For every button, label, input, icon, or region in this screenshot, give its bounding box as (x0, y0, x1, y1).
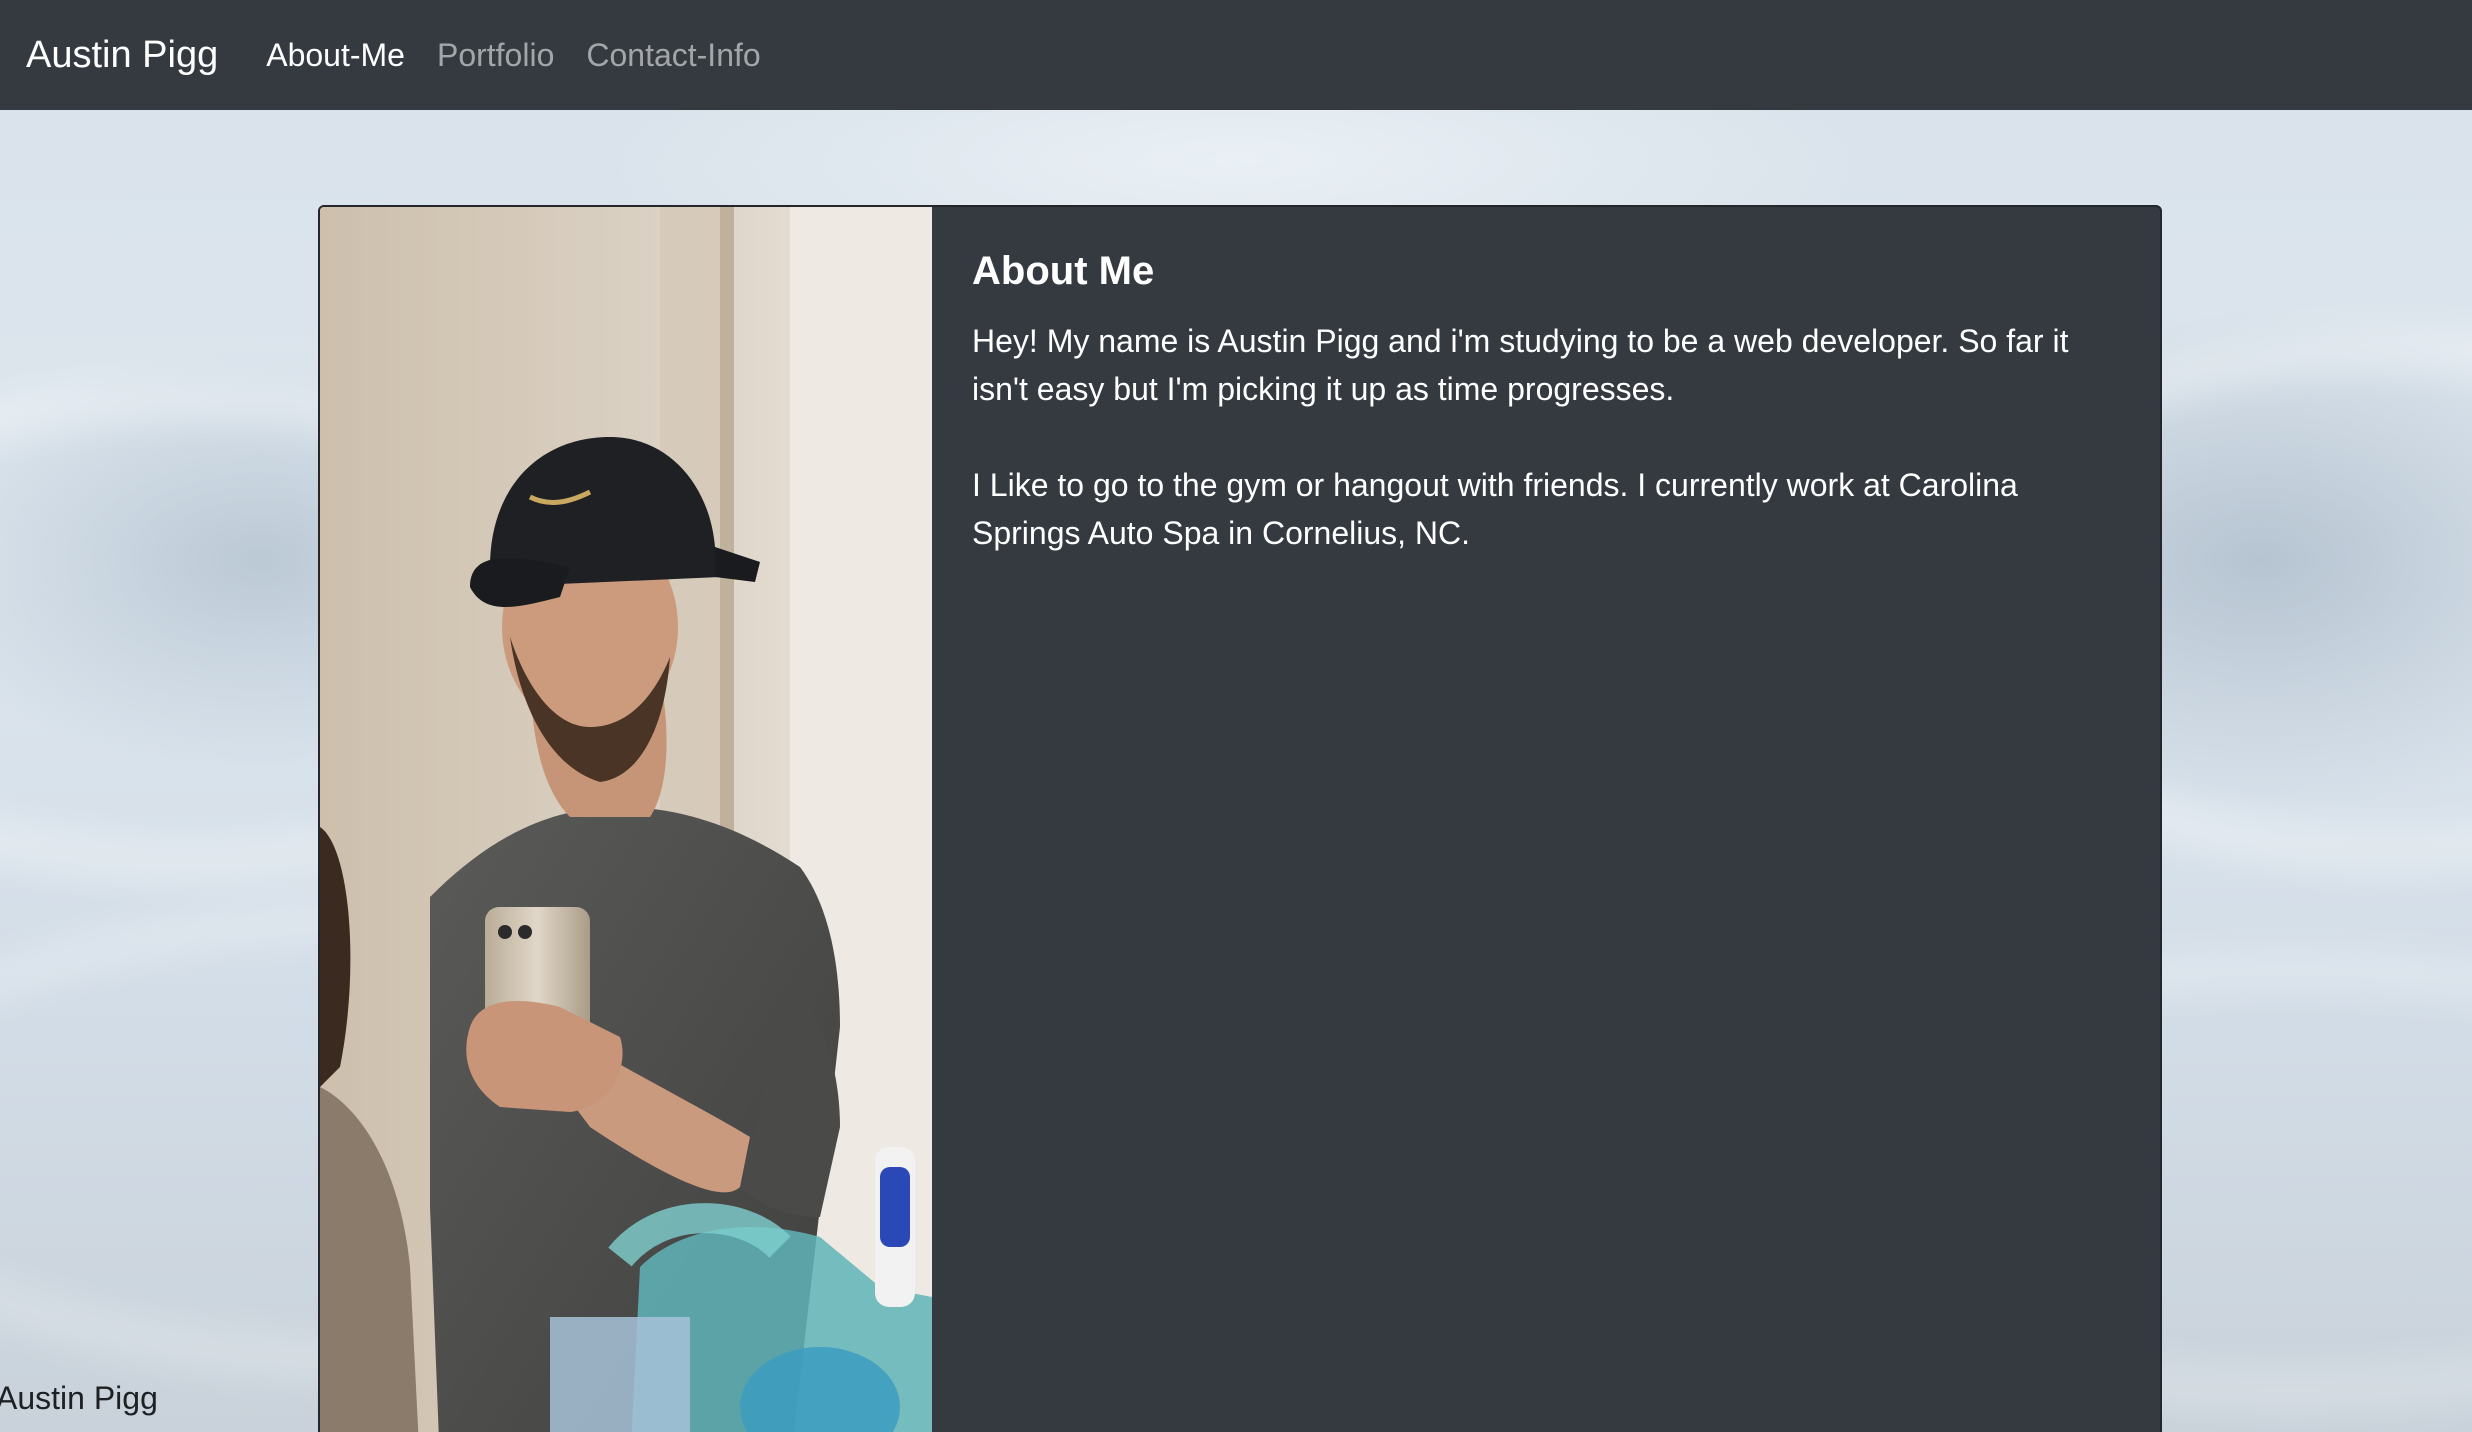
about-card-body: About Me Hey! My name is Austin Pigg and… (972, 247, 2122, 605)
about-paragraph-2: I Like to go to the gym or hangout with … (972, 467, 2018, 551)
nav-link-about-me[interactable]: About-Me (266, 37, 405, 74)
top-navbar: Austin Pigg About-Me Portfolio Contact-I… (0, 0, 2472, 110)
nav-link-portfolio[interactable]: Portfolio (437, 37, 554, 74)
profile-photo (320, 207, 932, 1432)
about-card: About Me Hey! My name is Austin Pigg and… (318, 205, 2162, 1432)
footer-name: Austin Pigg (0, 1380, 158, 1416)
nav-link-contact-info[interactable]: Contact-Info (586, 37, 760, 74)
brand-link[interactable]: Austin Pigg (26, 34, 218, 77)
about-title: About Me (972, 249, 1155, 293)
about-paragraph-1: Hey! My name is Austin Pigg and i'm stud… (972, 323, 2069, 407)
